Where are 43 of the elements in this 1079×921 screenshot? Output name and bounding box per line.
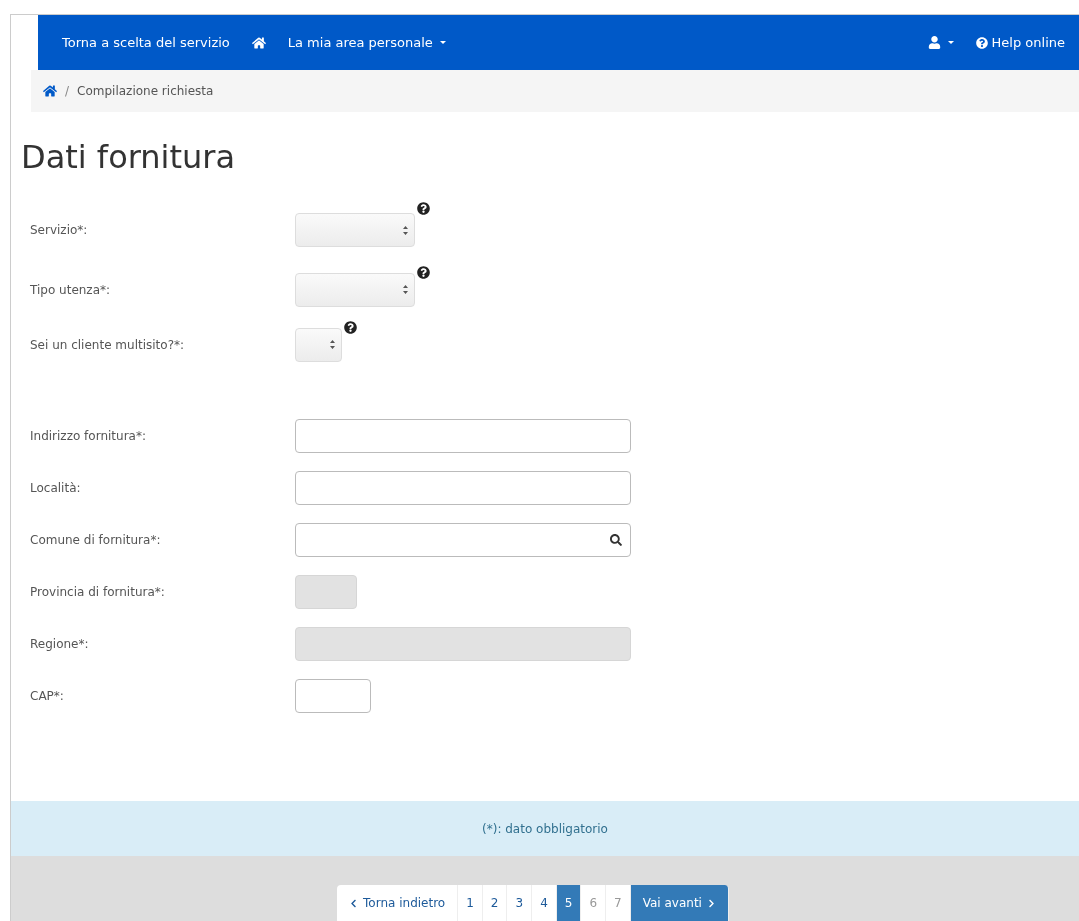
- breadcrumb-separator: /: [65, 84, 70, 98]
- page-link[interactable]: 2: [482, 885, 508, 921]
- back-link[interactable]: Torna a scelta del servizio: [62, 35, 230, 50]
- field-label: Servizio*:: [30, 223, 89, 237]
- input-field[interactable]: [295, 419, 631, 453]
- user-menu[interactable]: [927, 36, 954, 49]
- input-field[interactable]: [295, 679, 371, 713]
- page-link[interactable]: 4: [532, 885, 557, 921]
- select-field[interactable]: [295, 272, 415, 307]
- sort-arrows-icon: [403, 225, 408, 235]
- chevron-right-icon: [706, 898, 716, 908]
- page-link[interactable]: 1: [458, 885, 483, 921]
- search-field[interactable]: [295, 523, 631, 557]
- field-label: Provincia di fornitura*:: [30, 585, 166, 599]
- select-field[interactable]: [295, 213, 415, 247]
- required-note: (*): dato obbligatorio: [482, 821, 608, 836]
- page-link[interactable]: 5: [556, 885, 582, 921]
- next-button[interactable]: Vai avanti: [630, 885, 729, 921]
- field-label: Regione*:: [30, 637, 90, 651]
- search-icon[interactable]: [610, 534, 622, 546]
- sort-arrows-icon: [403, 285, 408, 294]
- field-label: Località:: [30, 481, 82, 495]
- breadcrumb-current: Compilazione richiesta: [77, 84, 214, 98]
- chevron-left-icon: [349, 898, 359, 908]
- help-icon[interactable]: [417, 266, 430, 279]
- field-label: Comune di fornitura*:: [30, 533, 162, 547]
- field-label: CAP*:: [30, 689, 65, 703]
- field-label: Sei un cliente multisito?*:: [30, 337, 186, 352]
- area-menu[interactable]: La mia area personale: [287, 35, 446, 50]
- page-title: Dati fornitura: [21, 138, 237, 176]
- field-label: Indirizzo fornitura*:: [30, 429, 147, 443]
- select-field[interactable]: [295, 327, 342, 362]
- help-icon[interactable]: [344, 321, 357, 334]
- home-icon[interactable]: [251, 35, 266, 50]
- sort-arrows-icon: [330, 340, 335, 349]
- field-label: Tipo utenza*:: [30, 282, 112, 297]
- help-icon[interactable]: [417, 202, 430, 215]
- previous-button[interactable]: Torna indietro: [337, 885, 459, 921]
- help-link[interactable]: Help online: [975, 35, 1065, 50]
- help-icon: [975, 36, 988, 49]
- page-link[interactable]: 3: [507, 885, 533, 921]
- input-field[interactable]: [295, 471, 631, 505]
- home-icon[interactable]: [43, 84, 57, 98]
